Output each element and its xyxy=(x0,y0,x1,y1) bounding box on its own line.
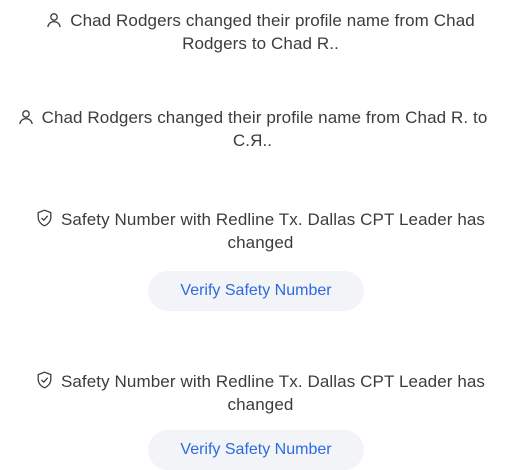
person-icon xyxy=(46,12,62,28)
event-text-line-2: changed xyxy=(227,395,294,414)
safety-number-change-event: Safety Number with Redline Tx. Dallas CP… xyxy=(0,208,521,254)
profile-name-change-event: Chad Rodgers changed their profile name … xyxy=(0,106,513,152)
event-text-line-2: Rodgers to Chad R.. xyxy=(182,34,339,53)
verify-safety-number-button[interactable]: Verify Safety Number xyxy=(148,271,364,311)
person-icon xyxy=(18,109,34,125)
event-text: Chad Rodgers changed their profile name … xyxy=(70,11,475,30)
event-text: Safety Number with Redline Tx. Dallas CP… xyxy=(60,210,486,229)
event-text-line-1: Safety Number with Redline Tx. Dallas CP… xyxy=(0,370,521,393)
event-text-line-1: Chad Rodgers changed their profile name … xyxy=(0,9,521,32)
event-text-line-2: changed xyxy=(227,233,294,252)
safety-number-change-event: Safety Number with Redline Tx. Dallas CP… xyxy=(0,370,521,416)
event-text-line-1: Chad Rodgers changed their profile name … xyxy=(0,106,513,129)
verify-safety-number-button[interactable]: Verify Safety Number xyxy=(148,430,364,470)
event-text: Safety Number with Redline Tx. Dallas CP… xyxy=(60,372,486,391)
profile-name-change-event: Chad Rodgers changed their profile name … xyxy=(0,9,521,55)
event-text-line-2: C.Я.. xyxy=(232,131,273,150)
event-text-line-1: Safety Number with Redline Tx. Dallas CP… xyxy=(0,208,521,231)
event-text: Chad Rodgers changed their profile name … xyxy=(41,108,488,127)
shield-check-icon xyxy=(36,209,53,227)
shield-check-icon xyxy=(36,371,53,389)
